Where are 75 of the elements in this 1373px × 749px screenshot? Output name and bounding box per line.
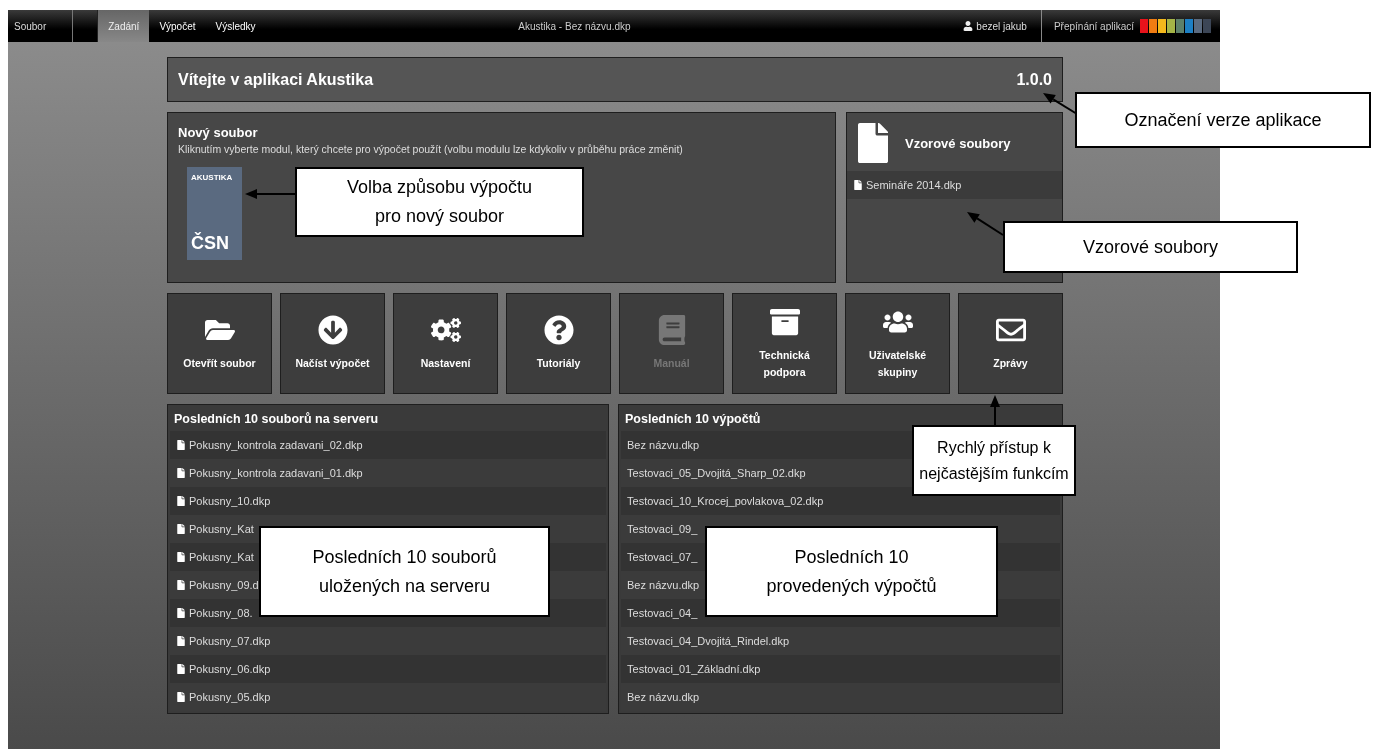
list-title: Posledních 10 souborů na serveru bbox=[173, 411, 380, 428]
file-name: Pokusny_Kat bbox=[189, 551, 254, 563]
user-icon bbox=[963, 21, 974, 31]
file-icon bbox=[853, 180, 863, 190]
callout-arrow bbox=[990, 395, 1000, 426]
file-icon bbox=[176, 524, 186, 534]
app-switcher-label[interactable]: Přepínání aplikací bbox=[1053, 20, 1134, 32]
file-name: Pokusny_10.dkp bbox=[189, 495, 271, 507]
file-icon bbox=[176, 692, 186, 702]
nav-tab[interactable]: Výsledky bbox=[205, 10, 266, 42]
file-icon bbox=[176, 440, 186, 450]
nav-tab[interactable]: Zadání bbox=[98, 10, 150, 42]
callout-arrow bbox=[245, 189, 296, 199]
file-icon bbox=[176, 636, 186, 646]
recent-file-item[interactable]: Pokusny_kontrola zadavani_02.dkp bbox=[170, 431, 606, 459]
file-name: Testovaci_01_Základní.dkp bbox=[627, 663, 761, 675]
file-name: Bez názvu.dkp bbox=[627, 439, 700, 451]
archive-box-icon bbox=[769, 307, 800, 338]
version-label: 1.0.0 bbox=[1016, 70, 1052, 89]
callout-arrow bbox=[1043, 93, 1078, 115]
quick-action-button[interactable]: Technická podpora bbox=[732, 293, 837, 394]
annotation-tooltip: Posledních 10 provedených výpočtů bbox=[705, 526, 998, 617]
file-name: Testovaci_09_ bbox=[627, 523, 698, 535]
annotation-tooltip: Označení verze aplikace bbox=[1075, 92, 1371, 148]
quick-action-button[interactable]: Otevřít soubor bbox=[167, 293, 272, 394]
file-icon bbox=[176, 552, 186, 562]
file-name: Testovaci_04_Dvojitá_Rindel.dkp bbox=[627, 635, 790, 647]
file-icon bbox=[176, 580, 186, 590]
recent-calculation-item[interactable]: Testovaci_01_Základní.dkp bbox=[621, 655, 1060, 683]
file-icon bbox=[176, 468, 186, 478]
file-icon bbox=[176, 608, 186, 618]
book-icon bbox=[656, 315, 687, 346]
panel-title: Nový soubor bbox=[178, 125, 259, 140]
file-icon bbox=[176, 664, 186, 674]
user-name[interactable]: bezel jakub bbox=[976, 20, 1027, 32]
file-name: Bez názvu.dkp bbox=[627, 579, 700, 591]
file-name: Testovaci_07_ bbox=[627, 551, 698, 563]
list-title: Posledních 10 výpočtů bbox=[624, 411, 762, 428]
download-icon bbox=[317, 315, 348, 346]
file-name: Pokusny_05.dkp bbox=[189, 691, 271, 703]
panel-description: Kliknutím vyberte modul, který chcete pro výpočet použít (volbu modulu lze kdykoliv v průběhu práce změnit) bbox=[178, 143, 684, 155]
welcome-title: Vítejte v aplikaci Akustika bbox=[178, 70, 374, 89]
file-name: Bez názvu.dkp bbox=[627, 691, 700, 703]
annotation-tooltip: Rychlý přístup k nejčastějším funkcím bbox=[912, 425, 1076, 496]
document-title: Akustika - Bez názvu.dkp bbox=[517, 19, 632, 34]
recent-file-item[interactable]: Pokusny_10.dkp bbox=[170, 487, 606, 515]
quick-action-button[interactable]: Nastavení bbox=[393, 293, 498, 394]
annotation-tooltip: Volba způsobu výpočtu pro nový soubor bbox=[295, 167, 584, 237]
callout-arrow bbox=[967, 212, 1004, 236]
file-name: Pokusny_08. bbox=[189, 607, 253, 619]
sample-file-item[interactable]: Semináře 2014.dkp bbox=[847, 171, 1062, 199]
file-name: Pokusny_kontrola zadavani_01.dkp bbox=[189, 467, 363, 479]
file-name: Testovaci_10_Krocej_povlakova_02.dkp bbox=[627, 495, 824, 507]
file-name: Testovaci_05_Dvojitá_Sharp_02.dkp bbox=[627, 467, 806, 479]
file-name: Testovaci_04_ bbox=[627, 607, 698, 619]
file-name: Semináře 2014.dkp bbox=[866, 179, 962, 191]
file-name: Pokusny_Kat bbox=[189, 523, 254, 535]
annotation-tooltip: Posledních 10 souborů uložených na serveru bbox=[259, 526, 550, 617]
file-icon bbox=[176, 496, 186, 506]
annotation-tooltip: Vzorové soubory bbox=[1003, 221, 1298, 273]
file-name: Pokusny_09.d bbox=[189, 579, 259, 591]
file-name: Pokusny_06.dkp bbox=[189, 663, 271, 675]
quick-action-button[interactable]: Načíst výpočet bbox=[280, 293, 385, 394]
quick-action-button[interactable]: Zprávy bbox=[958, 293, 1063, 394]
file-name: Pokusny_07.dkp bbox=[189, 635, 271, 647]
quick-action-button[interactable]: Uživatelské skupiny bbox=[845, 293, 950, 394]
file-name: Pokusny_kontrola zadavani_02.dkp bbox=[189, 439, 363, 451]
help-icon bbox=[543, 315, 574, 346]
color-squares-icon[interactable] bbox=[1140, 19, 1212, 33]
nav-tab[interactable]: Výpočet bbox=[149, 10, 206, 42]
panel-title: Vzorové soubory bbox=[905, 135, 1011, 151]
menu-item[interactable]: Soubor bbox=[8, 10, 74, 42]
recent-file-item[interactable]: Pokusny_06.dkp bbox=[170, 655, 606, 683]
quick-action-button[interactable]: Tutoriály bbox=[506, 293, 611, 394]
module-tile[interactable]: AKUSTIKA ČSN bbox=[187, 167, 242, 260]
